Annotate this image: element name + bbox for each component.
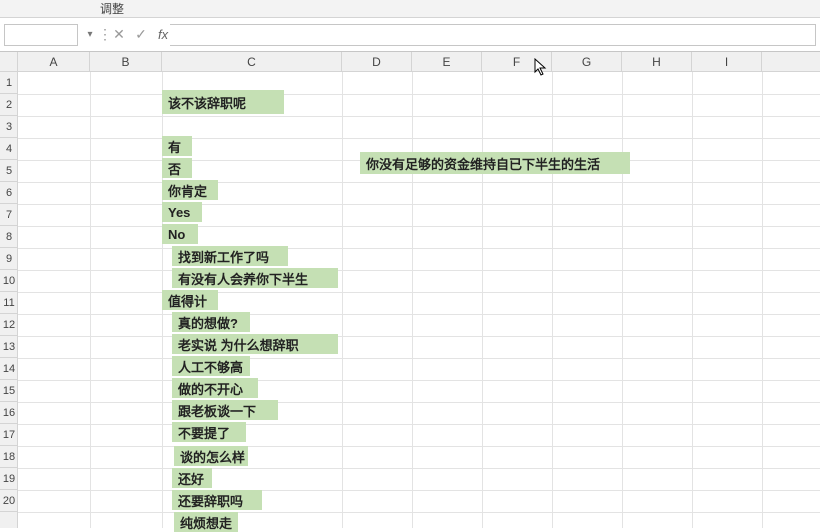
content-cell[interactable]: No (162, 224, 198, 244)
column-headers: ABCDEFGHI (18, 52, 820, 72)
gridline-horizontal (18, 116, 820, 117)
row-header[interactable]: 14 (0, 358, 18, 380)
content-cell[interactable]: 你没有足够的资金维持自已下半生的生活 (360, 152, 630, 174)
row-header[interactable]: 16 (0, 402, 18, 424)
ribbon-strip: 调整 (0, 0, 820, 18)
row-headers: 1234567891011121314151617181920 (0, 52, 18, 528)
column-header[interactable]: C (162, 52, 342, 72)
content-cell[interactable]: 跟老板谈⼀下 (172, 400, 278, 420)
gridline-horizontal (18, 468, 820, 469)
column-header[interactable]: E (412, 52, 482, 72)
gridline-vertical (342, 72, 343, 528)
content-cell[interactable]: 纯烦想走 (174, 512, 238, 532)
content-cell[interactable]: 真的想做? (172, 312, 250, 332)
row-header[interactable]: 4 (0, 138, 18, 160)
content-cell[interactable]: 有 (162, 136, 192, 156)
gridline-horizontal (18, 182, 820, 183)
gridline-horizontal (18, 94, 820, 95)
content-cell[interactable]: Yes (162, 202, 202, 222)
name-box-dropdown-icon[interactable]: ▾ (82, 25, 98, 45)
name-box[interactable] (4, 24, 78, 46)
row-header[interactable]: 5 (0, 160, 18, 182)
row-header[interactable]: 11 (0, 292, 18, 314)
row-header[interactable]: 15 (0, 380, 18, 402)
gridline-horizontal (18, 380, 820, 381)
gridline-horizontal (18, 336, 820, 337)
gridline-horizontal (18, 314, 820, 315)
column-header[interactable]: I (692, 52, 762, 72)
row-header[interactable]: 17 (0, 424, 18, 446)
gridline-horizontal (18, 138, 820, 139)
gridline-vertical (762, 72, 763, 528)
content-cell[interactable]: 找到新⼯作了吗 (172, 246, 288, 266)
content-cell[interactable]: 否 (162, 158, 192, 178)
cell-grid[interactable]: 该不该辞职呢有你没有足够的资金维持自已下半生的生活 否你肯定YesNo找到新⼯作了… (18, 72, 820, 528)
content-cell[interactable]: 值得计 (162, 290, 218, 310)
row-header[interactable]: 6 (0, 182, 18, 204)
content-cell[interactable]: 人⼯不够高 (172, 356, 250, 376)
gridline-horizontal (18, 424, 820, 425)
content-cell[interactable]: 还好 (172, 468, 212, 488)
row-header[interactable]: 8 (0, 226, 18, 248)
content-cell[interactable]: 谈的怎么样 (174, 446, 248, 466)
row-header[interactable]: 7 (0, 204, 18, 226)
gridline-vertical (552, 72, 553, 528)
gridline-horizontal (18, 226, 820, 227)
gridline-horizontal (18, 446, 820, 447)
formula-bar-separator: ⋮ (98, 26, 108, 43)
row-header[interactable]: 10 (0, 270, 18, 292)
gridline-horizontal (18, 270, 820, 271)
gridline-horizontal (18, 402, 820, 403)
row-header[interactable]: 12 (0, 314, 18, 336)
row-header[interactable]: 1 (0, 72, 18, 94)
content-cell[interactable]: 做的不开心 (172, 378, 258, 398)
column-header[interactable]: G (552, 52, 622, 72)
row-header[interactable]: 13 (0, 336, 18, 358)
gridline-horizontal (18, 358, 820, 359)
formula-input[interactable] (170, 24, 816, 46)
gridline-horizontal (18, 490, 820, 491)
column-header[interactable]: D (342, 52, 412, 72)
gridline-vertical (90, 72, 91, 528)
column-header[interactable]: B (90, 52, 162, 72)
column-header[interactable]: A (18, 52, 90, 72)
gridline-vertical (482, 72, 483, 528)
cancel-icon[interactable]: ✕ (108, 24, 130, 46)
gridline-vertical (692, 72, 693, 528)
column-header[interactable]: H (622, 52, 692, 72)
row-header[interactable]: 18 (0, 446, 18, 468)
select-all-corner[interactable] (0, 52, 18, 72)
row-header[interactable]: 19 (0, 468, 18, 490)
gridline-horizontal (18, 512, 820, 513)
content-cell[interactable]: 不要提了 (172, 422, 246, 442)
content-cell[interactable]: 有没有人会养你下半生 (172, 268, 338, 288)
row-header[interactable]: 2 (0, 94, 18, 116)
confirm-icon[interactable]: ✓ (130, 24, 152, 46)
gridline-horizontal (18, 292, 820, 293)
fx-icon[interactable]: fx (158, 27, 168, 42)
gridline-vertical (622, 72, 623, 528)
row-header[interactable]: 3 (0, 116, 18, 138)
row-header[interactable]: 20 (0, 490, 18, 512)
content-cell[interactable]: 你肯定 (162, 180, 218, 200)
formula-bar: ▾ ⋮ ✕ ✓ fx (0, 18, 820, 52)
content-cell[interactable]: 还要辞职吗 (172, 490, 262, 510)
gridline-horizontal (18, 204, 820, 205)
gridline-horizontal (18, 248, 820, 249)
content-cell[interactable]: 该不该辞职呢 (162, 90, 284, 114)
gridline-vertical (412, 72, 413, 528)
ribbon-tab-adjust[interactable]: 调整 (100, 0, 124, 17)
column-header[interactable]: F (482, 52, 552, 72)
content-cell[interactable]: 老实说 为什么想辞职 (172, 334, 338, 354)
row-header[interactable]: 9 (0, 248, 18, 270)
